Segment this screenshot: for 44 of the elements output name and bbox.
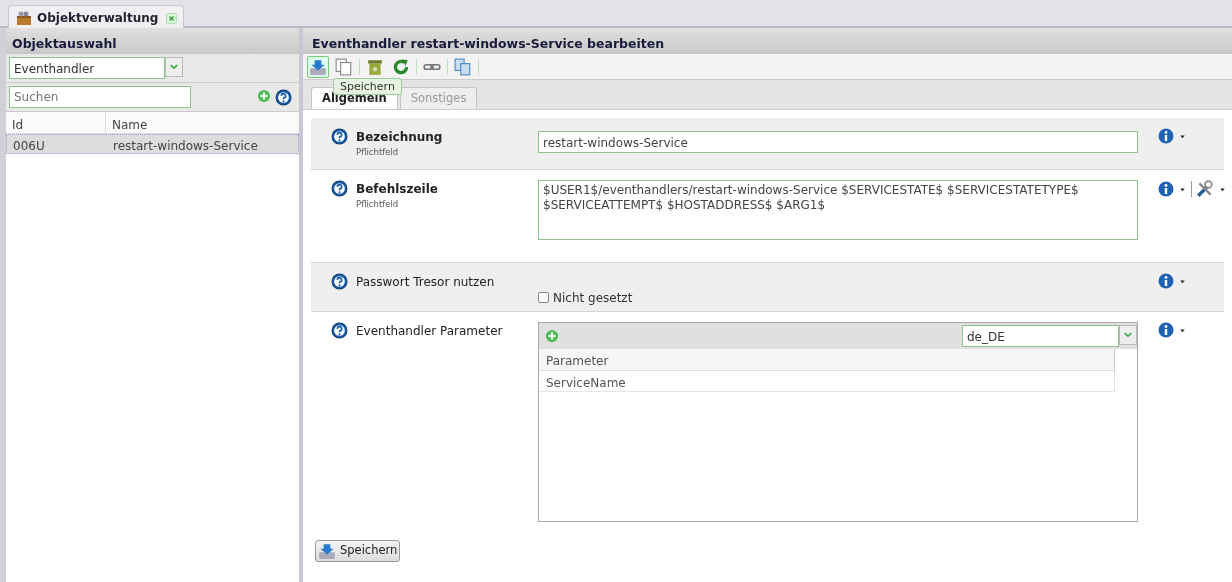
help-icon[interactable] bbox=[275, 88, 292, 106]
caret-icon bbox=[1123, 330, 1133, 340]
column-header[interactable]: Name bbox=[106, 112, 154, 133]
help-icon[interactable] bbox=[331, 180, 348, 197]
table-cell-text: 006U bbox=[12, 138, 46, 153]
textarea-field[interactable]: $USER1$/eventhandlers/restart-windows-Service $SERVICESTATE$ $SERVICESTATETYPE$ $SERVICEATTEMPT$ $HOSTADDRESS$ $ARG1$ bbox=[538, 180, 1138, 240]
table-cell-text: restart-windows-Service bbox=[112, 138, 259, 153]
column-header[interactable]: Id bbox=[6, 112, 106, 133]
dropdown-button[interactable] bbox=[1119, 325, 1137, 345]
locale-select[interactable]: de_DE bbox=[962, 325, 1119, 347]
box-icon bbox=[15, 10, 33, 26]
tooltip: Speichern bbox=[333, 78, 402, 95]
required-hint: Pflichtfeld bbox=[356, 146, 400, 159]
field-label: Passwort Tresor nutzen bbox=[356, 274, 496, 291]
checkbox[interactable] bbox=[538, 292, 549, 303]
add-icon[interactable] bbox=[545, 329, 559, 343]
dropdown-button[interactable] bbox=[165, 57, 183, 77]
main-tab[interactable]: Objektverwaltung bbox=[8, 5, 185, 30]
help-icon[interactable] bbox=[331, 273, 348, 290]
text-field[interactable]: restart-windows-Service bbox=[538, 131, 1138, 153]
checkbox-label: Nicht gesetzt bbox=[553, 290, 633, 307]
info-icon[interactable] bbox=[1158, 128, 1174, 144]
field-label: Befehlszeile bbox=[356, 181, 439, 198]
field-label: Bezeichnung bbox=[356, 129, 444, 146]
info-icon[interactable] bbox=[1158, 322, 1174, 338]
column-header[interactable]: Parameter bbox=[539, 349, 1115, 371]
table-row[interactable]: 006U restart-windows-Service bbox=[6, 134, 299, 154]
type-select[interactable]: Eventhandler bbox=[9, 57, 165, 79]
save-button[interactable]: Speichern bbox=[315, 540, 401, 562]
field-label: Eventhandler Parameter bbox=[356, 323, 504, 340]
info-icon[interactable] bbox=[1158, 273, 1174, 289]
add-icon[interactable] bbox=[257, 88, 271, 103]
info-icon[interactable] bbox=[1158, 181, 1174, 197]
panel-title: Objektauswahl bbox=[6, 28, 299, 54]
tools-icon[interactable] bbox=[1196, 180, 1214, 198]
table-cell: ServiceName bbox=[539, 371, 1115, 392]
search-field[interactable]: Suchen bbox=[9, 86, 191, 108]
caret-icon bbox=[169, 62, 179, 72]
required-hint: Pflichtfeld bbox=[356, 198, 400, 211]
help-icon[interactable] bbox=[331, 128, 348, 145]
save-icon bbox=[318, 542, 336, 560]
help-icon[interactable] bbox=[331, 322, 348, 339]
close-icon[interactable] bbox=[166, 12, 178, 24]
panel-title: Eventhandler restart-windows-Service bearbeiten bbox=[303, 28, 1232, 54]
